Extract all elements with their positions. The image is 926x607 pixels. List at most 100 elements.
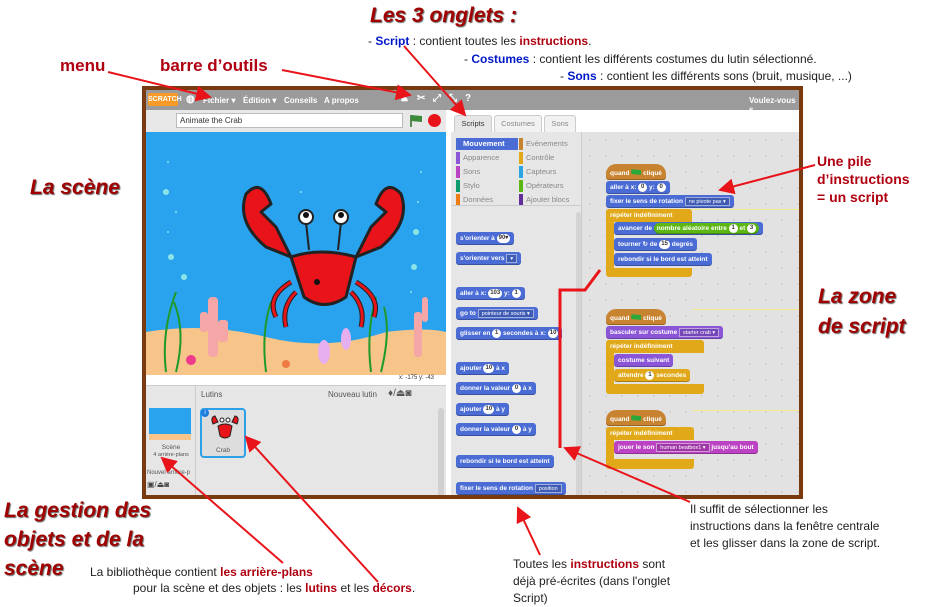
palette-block-goto[interactable]: go to pointeur de souris ▾ (456, 307, 538, 320)
script2-next-costume[interactable]: costume suivant (614, 354, 674, 367)
library-note-2: pour la scène et des objets : les lutins… (133, 581, 416, 595)
tab-costumes[interactable]: Costumes (494, 115, 542, 132)
guide-line (692, 410, 799, 411)
new-backdrop-label: Nouvel arrière-p (147, 470, 191, 476)
tabs-annotation-title: Les 3 onglets : (370, 4, 518, 27)
help-icon[interactable]: ? (465, 93, 471, 104)
category-apparence[interactable]: Apparence (456, 152, 518, 164)
sprites-header: Lutins (201, 390, 223, 399)
menu-a-propos[interactable]: A propos (324, 96, 359, 105)
divider (451, 205, 581, 206)
scratch-logo[interactable]: SCRATCH (148, 93, 182, 106)
palette-block-bounce[interactable]: rebondir si le bord est atteint (456, 455, 554, 468)
script2-when-flag-clicked[interactable]: quand cliqué (606, 309, 666, 325)
sprite-scrollbar[interactable] (438, 408, 444, 495)
script1-rotation-style[interactable]: fixer le sens de rotation ne pivote pas … (606, 195, 734, 208)
category-label: Apparence (463, 153, 500, 162)
stage-annotation: La scène (30, 176, 120, 199)
category-color-swatch (519, 166, 523, 178)
globe-icon[interactable]: ◍ (186, 94, 195, 105)
menu-bar: SCRATCH ◍ Fichier ▾ Édition ▾ Conseils A… (146, 90, 799, 114)
script1-goto-xy[interactable]: aller à x: 0 y: 0 (606, 181, 670, 194)
category-color-swatch (456, 138, 460, 150)
tab-sons[interactable]: Sons (544, 115, 576, 132)
category-label: Stylo (463, 181, 480, 190)
palette-block-set-y[interactable]: donner la valeur 0 à y (456, 423, 536, 436)
script1-turn[interactable]: tourner ↻ de 15 degrés (614, 238, 698, 251)
category-evènements[interactable]: Evènements (519, 138, 581, 150)
menu-edition[interactable]: Édition ▾ (243, 96, 276, 105)
new-backdrop-icons[interactable]: ▣/⏏◙ (147, 480, 169, 489)
category-label: Mouvement (463, 139, 505, 148)
category-sons[interactable]: Sons (456, 166, 518, 178)
tabs-note-costumes: - Costumes : contient les différents cos… (464, 52, 817, 66)
crab-scene (146, 161, 446, 375)
grow-icon[interactable]: ⤢ (433, 93, 441, 104)
mouse-coordinates: x: -175 y: -43 (146, 375, 446, 385)
prewritten-note: Toutes les instructions sont déjà pré-éc… (513, 557, 671, 605)
forever-label: répéter indéfiniment (606, 340, 677, 353)
flag-icon (631, 415, 642, 421)
sprite-panel: Scène 4 arrière-plans Nouvel arrière-p ▣… (146, 385, 446, 495)
script-area[interactable]: quand cliqué aller à x: 0 y: 0 fixer le … (582, 132, 799, 495)
script-pile-annotation: Une pile d’instructions = un script (817, 153, 910, 205)
flag-icon (631, 314, 642, 320)
block-palette: Mouvement Apparence Sons Stylo Données Evènem… (451, 132, 582, 495)
palette-block-goto-xy[interactable]: aller à x: 103 y: 1 (456, 287, 525, 300)
script2-wait[interactable]: attendre 1 secondes (614, 369, 691, 382)
palette-scrollbar[interactable] (576, 212, 581, 495)
script1-move[interactable]: avancer de nombre aléatoire entre 1 et 3 (614, 222, 764, 235)
menu-annotation: menu (60, 56, 106, 75)
new-sprite-icons[interactable]: ♦/⏏◙ (388, 388, 411, 399)
script2-forever[interactable]: répéter indéfiniment (606, 340, 704, 394)
category-label: Opérateurs (526, 181, 564, 190)
duplicate-icon[interactable]: ♟ (400, 93, 409, 104)
palette-block-glide[interactable]: glisser en 1 secondes à x: 10 (456, 327, 563, 340)
script3-when-flag-clicked[interactable]: quand cliqué (606, 410, 666, 426)
palette-block-change-y[interactable]: ajouter 10 à y (456, 403, 510, 416)
category-color-swatch (519, 180, 523, 192)
stage-canvas[interactable] (146, 132, 446, 375)
forever-label: répéter indéfiniment (606, 427, 677, 440)
stage-header: Animate the Crab (146, 110, 446, 132)
palette-block-set-x[interactable]: donner la valeur 0 à x (456, 382, 536, 395)
tabs-note-sons: - Sons : contient les différents sons (b… (560, 69, 852, 83)
category-contrôle[interactable]: Contrôle (519, 152, 581, 164)
stage-thumb-sub: 4 arrière-plans (153, 452, 189, 458)
stop-button[interactable] (428, 114, 441, 127)
editor-tabs: Scripts Costumes Sons (451, 110, 799, 132)
library-note-1: La bibliothèque contient les arrière-pla… (90, 565, 313, 579)
green-flag-button[interactable] (409, 114, 423, 127)
menu-fichier[interactable]: Fichier ▾ (203, 96, 235, 105)
stage-thumbnail[interactable] (149, 408, 191, 440)
category-label: Evènements (526, 139, 568, 148)
prewritten-arrow (516, 506, 541, 556)
category-mouvement[interactable]: Mouvement (456, 138, 518, 150)
category-label: Contrôle (526, 153, 555, 162)
palette-block-point-direction[interactable]: s'orienter à 90▾ (456, 232, 515, 245)
scratch-editor: SCRATCH ◍ Fichier ▾ Édition ▾ Conseils A… (142, 86, 803, 499)
script-zone-annotation: La zone de script (818, 285, 906, 338)
script1-when-flag-clicked[interactable]: quand cliqué (606, 164, 666, 180)
category-color-swatch (519, 138, 523, 150)
category-stylo[interactable]: Stylo (456, 180, 518, 192)
sprite-crab-name: Crab (215, 447, 231, 454)
script1-bounce[interactable]: rebondir si le bord est atteint (614, 253, 712, 266)
palette-block-point-towards[interactable]: s'orienter vers ▾ (456, 252, 522, 265)
script2-switch-costume[interactable]: basculer sur costume starter crab ▾ (606, 326, 724, 339)
info-icon[interactable]: i (201, 409, 209, 417)
palette-block-rotation-style[interactable]: fixer le sens de rotation position (456, 482, 566, 495)
sprite-crab-thumb[interactable]: i Crab (200, 408, 246, 458)
new-sprite-label: Nouveau lutin (328, 390, 377, 399)
palette-block-change-x[interactable]: ajouter 10 à x (456, 362, 510, 375)
project-title-input[interactable]: Animate the Crab (176, 113, 403, 128)
category-label: Sons (463, 167, 481, 176)
script3-play-sound[interactable]: jouer le son human beatbox1 ▾ jusqu'au b… (614, 441, 758, 454)
menu-conseils[interactable]: Conseils (284, 96, 317, 105)
category-opérateurs[interactable]: Opérateurs (519, 180, 581, 192)
delete-icon[interactable]: ✂ (417, 93, 425, 104)
category-capteurs[interactable]: Capteurs (519, 166, 581, 178)
tab-scripts[interactable]: Scripts (454, 115, 492, 132)
drag-note: Il suffit de sélectionner les instruction… (690, 502, 881, 550)
shrink-icon[interactable]: ⤡ (449, 93, 457, 104)
